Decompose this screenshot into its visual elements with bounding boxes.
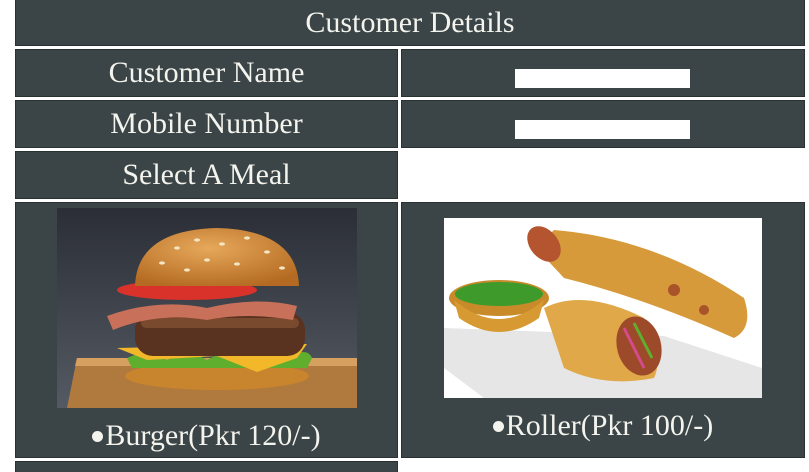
form-title-cell: Customer Details xyxy=(15,0,805,46)
select-meal-label-cell: Select A Meal xyxy=(15,151,398,199)
next-row-cell xyxy=(15,461,398,472)
customer-name-input[interactable] xyxy=(515,69,690,88)
customer-name-label: Customer Name xyxy=(108,56,305,89)
select-meal-label: Select A Meal xyxy=(122,158,291,191)
mobile-number-input[interactable] xyxy=(515,120,690,139)
roller-image xyxy=(444,218,762,398)
roller-radio[interactable] xyxy=(492,420,504,432)
burger-radio[interactable] xyxy=(92,430,104,442)
customer-name-input-cell xyxy=(401,49,805,97)
form-title: Customer Details xyxy=(305,5,515,39)
mobile-number-label-cell: Mobile Number xyxy=(15,100,398,148)
meal-option-burger-caption[interactable]: Burger(Pkr 120/-) xyxy=(16,421,397,451)
burger-image xyxy=(57,208,357,408)
burger-label: Burger(Pkr 120/-) xyxy=(105,419,321,452)
meal-option-roller[interactable]: Roller(Pkr 100/-) xyxy=(401,202,805,458)
meal-option-roller-caption[interactable]: Roller(Pkr 100/-) xyxy=(402,411,804,441)
mobile-number-input-cell xyxy=(401,100,805,148)
mobile-number-label: Mobile Number xyxy=(110,107,303,140)
customer-name-label-cell: Customer Name xyxy=(15,49,398,97)
roller-label: Roller(Pkr 100/-) xyxy=(505,409,714,442)
meal-option-burger[interactable]: Burger(Pkr 120/-) xyxy=(15,202,398,458)
